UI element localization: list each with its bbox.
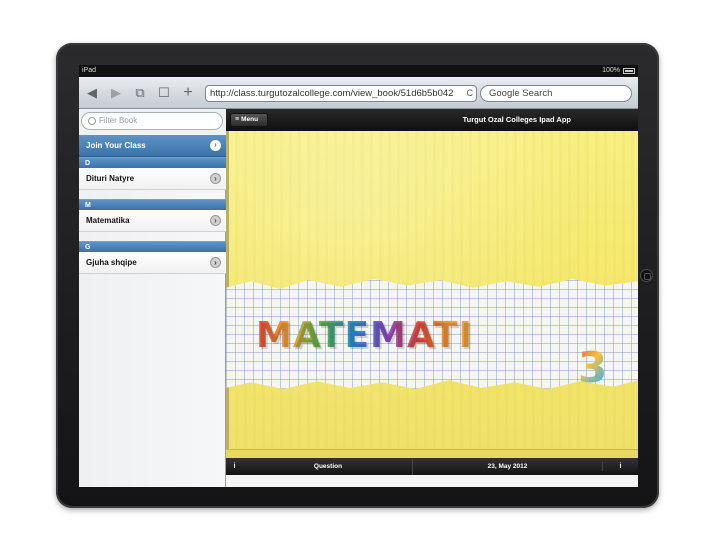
date-display: 23, May 2012 (412, 458, 602, 475)
question-button[interactable]: Question (244, 458, 412, 475)
status-bar: iPad 100% (79, 65, 638, 77)
menu-button[interactable]: ≡ Menu (230, 113, 268, 127)
join-class-button[interactable]: Join Your Class › (79, 135, 226, 157)
battery-icon (623, 68, 635, 74)
section-letter: D (85, 160, 91, 167)
chevron-right-icon: › (210, 140, 221, 151)
info-icon[interactable]: i (230, 462, 239, 471)
url-text: http://class.turgutozalcollege.com/view_… (210, 88, 454, 99)
back-icon[interactable]: ◀ (85, 86, 99, 100)
book-footer-toolbar: i Question 23, May 2012 i (226, 458, 638, 475)
section-letter: G (85, 244, 91, 251)
add-icon[interactable]: + (181, 85, 195, 101)
section-letter: M (85, 202, 91, 209)
url-input[interactable]: http://class.turgutozalcollege.com/view_… (205, 85, 477, 102)
menu-icon: ≡ (235, 116, 240, 123)
reload-icon[interactable]: C (467, 86, 474, 101)
date-label: 23, May 2012 (487, 463, 528, 470)
screen-bottom-area (226, 475, 638, 487)
section-divider-m: M (79, 199, 226, 210)
cover-bottom-band (226, 449, 638, 458)
forward-icon[interactable]: ▶ (109, 86, 123, 100)
chevron-right-icon: › (210, 215, 221, 226)
book-cover[interactable]: MATEMATI 3 (226, 131, 638, 458)
book-sidebar: Filter Book Join Your Class › D Dituri N… (79, 109, 226, 487)
question-label: Question (313, 463, 343, 470)
list-item-dituri-natyre[interactable]: Dituri Natyre › (79, 168, 226, 190)
ipad-screen: iPad 100% ◀ ▶ ⧉ ☐ + http://class.turguto… (79, 65, 638, 487)
search-icon (88, 117, 96, 125)
cover-title: MATEMATI (256, 315, 473, 356)
battery-percent: 100% (602, 67, 620, 74)
filter-book-input[interactable]: Filter Book (81, 112, 223, 130)
menu-label: Menu (241, 116, 259, 123)
section-divider-d: D (79, 157, 226, 168)
info-icon[interactable]: i (602, 462, 638, 471)
search-input[interactable]: Google Search (480, 85, 632, 102)
book-title: Matematika (86, 216, 130, 225)
book-title: Dituri Natyre (86, 174, 135, 183)
chevron-right-icon: › (210, 257, 221, 268)
list-item-matematika[interactable]: Matematika › (79, 210, 226, 232)
chevron-right-icon: › (210, 173, 221, 184)
page-title: Turgut Ozal Colleges Ipad App (462, 115, 571, 124)
app-header: ≡ Menu Turgut Ozal Colleges Ipad App (226, 109, 638, 131)
filter-placeholder: Filter Book (99, 116, 138, 125)
section-divider-g: G (79, 241, 226, 252)
carrier-label: iPad (82, 67, 97, 74)
pages-icon[interactable]: ⧉ (133, 86, 147, 100)
browser-toolbar: ◀ ▶ ⧉ ☐ + http://class.turgutozalcollege… (79, 77, 638, 109)
cover-grade-number: 3 (578, 343, 608, 392)
join-class-label: Join Your Class (86, 141, 146, 150)
bookmarks-icon[interactable]: ☐ (157, 86, 171, 100)
home-button[interactable] (640, 269, 653, 282)
filter-bar: Filter Book (79, 109, 226, 135)
list-item-gjuha-shqipe[interactable]: Gjuha shqipe › (79, 252, 226, 274)
book-title: Gjuha shqipe (86, 258, 137, 267)
